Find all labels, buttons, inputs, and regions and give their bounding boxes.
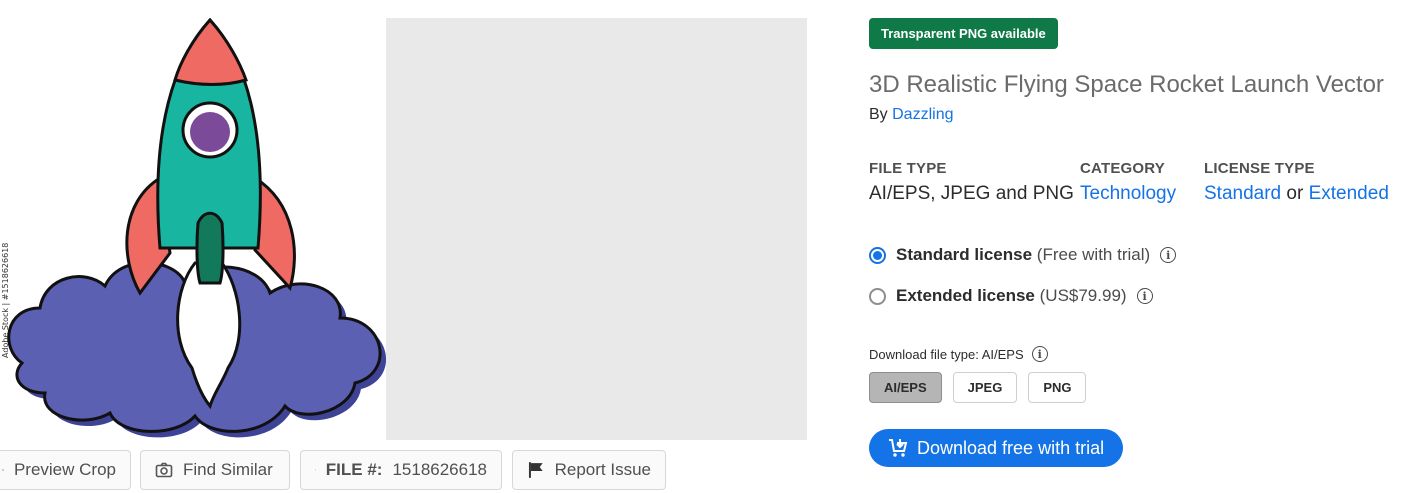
download-file-type-text: Download file type: AI/EPS: [869, 346, 1024, 362]
standard-license-link[interactable]: Standard: [1204, 183, 1281, 204]
standard-license-note: (Free with trial): [1036, 245, 1151, 264]
license-type-value: Standard or Extended: [1204, 183, 1389, 205]
flag-icon: [528, 462, 543, 478]
info-icon[interactable]: i: [1160, 247, 1177, 263]
category-link[interactable]: Technology: [1080, 183, 1176, 205]
report-issue-label: Report Issue: [554, 460, 651, 479]
author-byline: By Dazzling: [869, 106, 1399, 124]
copy-icon: [315, 469, 316, 471]
camera-icon: [155, 462, 173, 478]
info-icon[interactable]: i: [1031, 346, 1048, 362]
find-similar-button[interactable]: Find Similar: [140, 450, 290, 490]
standard-license-option[interactable]: Standard license (Free with trial) i: [869, 245, 1177, 265]
license-or-text: or: [1286, 183, 1304, 204]
category-section: CATEGORY Technology: [1080, 160, 1176, 205]
transparent-png-badge: Transparent PNG available: [869, 18, 1058, 49]
format-aieps-button[interactable]: AI/EPS: [869, 372, 942, 403]
download-file-type: Download file type: AI/EPS i: [869, 346, 1048, 362]
file-number-label: FILE #:: [325, 460, 383, 479]
stock-asset-page: Adobe Stock | #1518626618 Preview Crop F…: [0, 0, 1408, 493]
license-type-label: LICENSE TYPE: [1204, 160, 1315, 177]
extended-license-option[interactable]: Extended license (US$79.99) i: [869, 286, 1153, 306]
asset-preview-image[interactable]: Adobe Stock | #1518626618: [0, 18, 386, 440]
preview-crop-button[interactable]: Preview Crop: [0, 450, 131, 490]
format-selector: AI/EPS JPEG PNG: [869, 372, 1087, 403]
report-issue-button[interactable]: Report Issue: [512, 450, 666, 490]
preview-background-panel: [386, 18, 807, 440]
format-png-button[interactable]: PNG: [1028, 372, 1087, 403]
file-type-label: FILE TYPE: [869, 160, 947, 177]
license-type-section: LICENSE TYPE Standard or Extended: [1204, 160, 1389, 205]
asset-title: 3D Realistic Flying Space Rocket Launch …: [869, 71, 1384, 98]
author-link[interactable]: Dazzling: [892, 106, 953, 123]
rocket-illustration: [7, 18, 386, 438]
extended-license-radio[interactable]: [869, 287, 886, 305]
asset-details-panel: Transparent PNG available 3D Realistic F…: [869, 18, 1399, 467]
file-number-value: 1518626618: [392, 460, 487, 479]
file-number-button[interactable]: FILE #: 1518626618: [300, 450, 502, 490]
download-free-trial-button[interactable]: Download free with trial: [869, 429, 1124, 467]
standard-license-radio[interactable]: [869, 246, 886, 264]
file-type-value: AI/EPS, JPEG and PNG: [869, 183, 1074, 204]
extended-license-link[interactable]: Extended: [1309, 183, 1389, 204]
download-cta-label: Download free with trial: [917, 437, 1105, 458]
crop-icon: [2, 469, 4, 471]
side-watermark: Adobe Stock | #1518626618: [1, 242, 10, 358]
extended-license-note: (US$79.99): [1039, 286, 1127, 305]
extended-license-name: Extended license: [896, 286, 1035, 305]
category-label: CATEGORY: [1080, 160, 1165, 177]
by-prefix: By: [869, 106, 888, 123]
info-icon[interactable]: i: [1136, 288, 1153, 304]
cart-download-icon: [889, 439, 908, 457]
file-type-section: FILE TYPE AI/EPS, JPEG and PNG: [869, 160, 1074, 205]
format-jpeg-button[interactable]: JPEG: [952, 372, 1018, 403]
find-similar-label: Find Similar: [183, 460, 273, 479]
preview-crop-label: Preview Crop: [13, 460, 116, 479]
standard-license-name: Standard license: [896, 245, 1033, 264]
